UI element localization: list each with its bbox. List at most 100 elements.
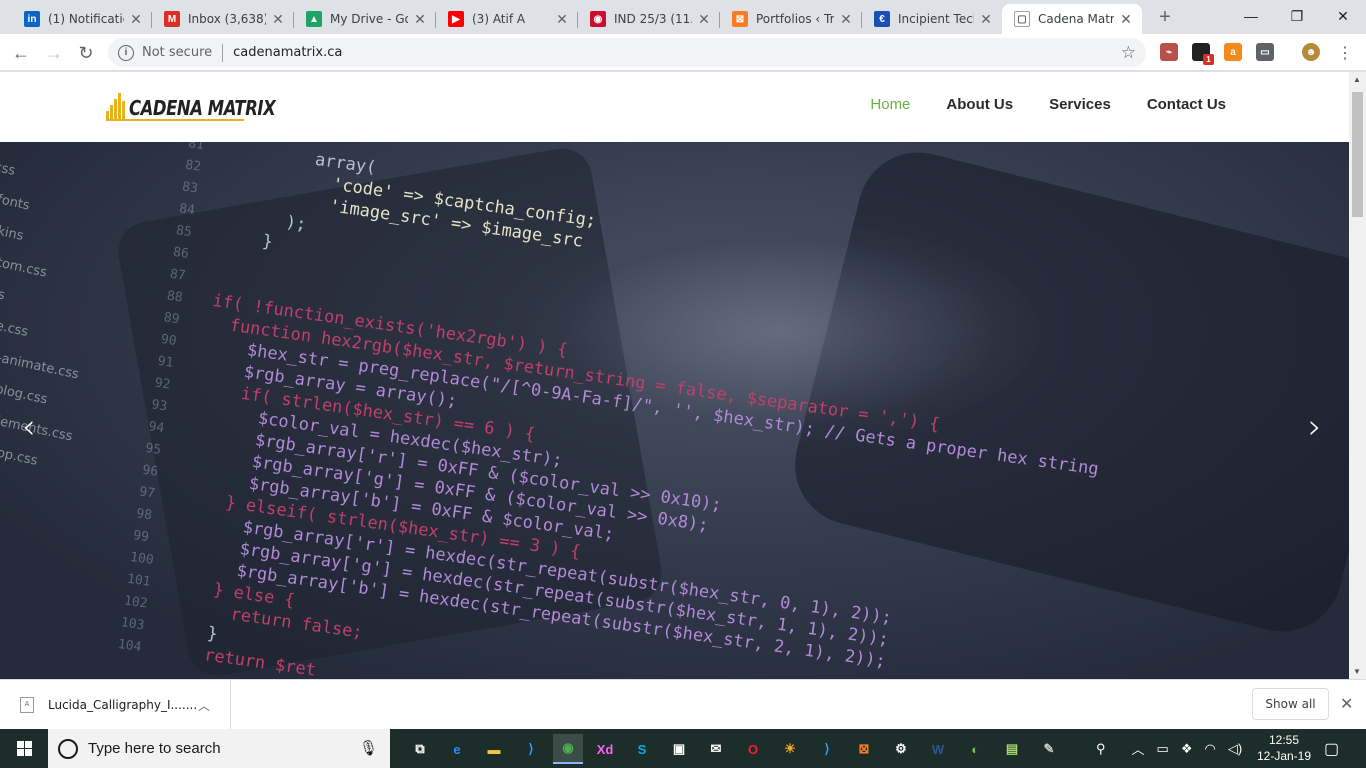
close-tab-icon[interactable]: ✕ bbox=[696, 11, 712, 27]
adobe-xd-icon[interactable]: Xd bbox=[590, 734, 620, 764]
wifi-icon[interactable]: ◠ bbox=[1205, 741, 1216, 757]
tab-title: Cadena Matrix bbox=[1038, 12, 1114, 26]
slider-next-arrow[interactable]: › bbox=[1308, 407, 1322, 447]
volume-icon[interactable]: ◁) bbox=[1228, 741, 1242, 757]
windows-taskbar: Type here to search 🎙 ⧉ e ▬ ⟩ ◉ Xd S ▣ ✉ O ☀ ⟩ ⊠ ⚙ W ◐ ▤… bbox=[0, 729, 1366, 768]
people-icon[interactable]: ⚲ bbox=[1096, 741, 1106, 757]
store-icon[interactable]: ▣ bbox=[664, 734, 694, 764]
tab-title: (1) Notification bbox=[48, 12, 124, 26]
font-file-icon: A bbox=[20, 697, 34, 713]
shopping-extension-icon[interactable]: a bbox=[1224, 43, 1242, 61]
close-tab-icon[interactable]: ✕ bbox=[1118, 11, 1134, 27]
tab-3[interactable]: ▲ My Drive - Goo ✕ bbox=[294, 4, 436, 34]
show-hidden-icons[interactable]: ︿ bbox=[1132, 739, 1145, 758]
close-tab-icon[interactable]: ✕ bbox=[128, 11, 144, 27]
page-scrollbar[interactable]: ▲ ▼ bbox=[1349, 72, 1366, 679]
mail-icon[interactable]: ✉ bbox=[701, 734, 731, 764]
settings-icon[interactable]: ⚙ bbox=[886, 734, 916, 764]
opera-icon[interactable]: O bbox=[738, 734, 768, 764]
extension-badge: 1 bbox=[1203, 54, 1214, 65]
tab-6[interactable]: ⊠ Portfolios ‹ Tru ✕ bbox=[720, 4, 862, 34]
android-studio-icon[interactable]: ◐ bbox=[960, 734, 990, 764]
xampp-icon[interactable]: ⊠ bbox=[849, 734, 879, 764]
security-label: Not secure bbox=[142, 45, 213, 60]
clock-date: 12-Jan-19 bbox=[1256, 749, 1312, 763]
media-extension-icon[interactable]: ▭ bbox=[1256, 43, 1274, 61]
menu-services[interactable]: Services bbox=[1049, 96, 1111, 113]
menu-about-us[interactable]: About Us bbox=[946, 96, 1013, 113]
show-all-button[interactable]: Show all bbox=[1252, 688, 1329, 720]
system-tray: ⚲ ︿ ▭ ❖ ◠ ◁) bbox=[1096, 729, 1242, 768]
tab-5[interactable]: ◉ IND 25/3 (11.0 ✕ bbox=[578, 4, 720, 34]
vscode-2-icon[interactable]: ⟩ bbox=[812, 734, 842, 764]
start-button[interactable] bbox=[0, 729, 48, 768]
menu-home[interactable]: Home bbox=[870, 96, 910, 113]
close-tab-icon[interactable]: ✕ bbox=[412, 11, 428, 27]
microphone-icon[interactable]: 🎙 bbox=[359, 739, 378, 757]
clock-time: 12:55 bbox=[1268, 733, 1300, 747]
linkedin-icon: in bbox=[24, 11, 40, 27]
battery-icon[interactable]: ▭ bbox=[1157, 741, 1169, 757]
page-viewport: CADENA MATRIX Home About Us Services Con… bbox=[0, 72, 1349, 679]
bookmark-star-icon[interactable]: ☆ bbox=[1121, 43, 1136, 63]
task-view-icon[interactable]: ⧉ bbox=[405, 734, 435, 764]
slider-prev-arrow[interactable]: ‹ bbox=[22, 407, 36, 447]
tab-1[interactable]: in (1) Notification ✕ bbox=[12, 4, 152, 34]
chevron-up-icon[interactable]: ︿ bbox=[198, 697, 210, 714]
logo-underline bbox=[106, 119, 244, 121]
close-tab-icon[interactable]: ✕ bbox=[270, 11, 286, 27]
tab-4[interactable]: ▶ (3) Atif A ✕ bbox=[436, 4, 578, 34]
close-tab-icon[interactable]: ✕ bbox=[838, 11, 854, 27]
pdf-extension-icon[interactable]: ⌁ bbox=[1160, 43, 1178, 61]
tab-title: Inbox (3,638) - bbox=[188, 12, 266, 26]
skype-icon[interactable]: S bbox=[627, 734, 657, 764]
close-tab-icon[interactable]: ✕ bbox=[978, 11, 994, 27]
notifications-icon[interactable]: ▢ bbox=[1324, 729, 1339, 768]
line-number: 104 bbox=[116, 637, 143, 656]
info-icon[interactable]: i bbox=[118, 44, 134, 61]
profile-avatar[interactable]: ☻ bbox=[1302, 43, 1320, 61]
paint-icon[interactable]: ✎ bbox=[1034, 734, 1064, 764]
close-shelf-icon[interactable]: ✕ bbox=[1340, 694, 1353, 714]
search-placeholder: Type here to search bbox=[88, 740, 221, 757]
close-window-button[interactable]: ✕ bbox=[1320, 0, 1366, 32]
notepad-icon[interactable]: ▤ bbox=[997, 734, 1027, 764]
word-icon[interactable]: W bbox=[923, 734, 953, 764]
site-logo[interactable]: CADENA MATRIX bbox=[106, 89, 307, 121]
file-explorer-icon[interactable]: ▬ bbox=[479, 734, 509, 764]
chrome-icon[interactable]: ◉ bbox=[553, 734, 583, 764]
divider bbox=[222, 43, 224, 62]
download-shelf: A Lucida_Calligraphy_I....... ︿ Show all… bbox=[0, 679, 1366, 730]
vscode-icon[interactable]: ⟩ bbox=[516, 734, 546, 764]
tab-title: Incipient Techn bbox=[898, 12, 974, 26]
close-tab-icon[interactable]: ✕ bbox=[554, 11, 570, 27]
url-text[interactable]: cadenamatrix.ca bbox=[233, 45, 342, 60]
maximize-button[interactable]: ❐ bbox=[1274, 0, 1320, 32]
tab-2[interactable]: M Inbox (3,638) - ✕ bbox=[152, 4, 294, 34]
logo-text: CADENA MATRIX bbox=[129, 96, 276, 120]
logo-bars-icon bbox=[106, 93, 126, 121]
tab-7[interactable]: € Incipient Techn ✕ bbox=[862, 4, 1002, 34]
youtube-icon: ▶ bbox=[448, 11, 464, 27]
scrollbar-thumb[interactable] bbox=[1352, 92, 1363, 217]
download-filename: Lucida_Calligraphy_I....... bbox=[48, 698, 198, 712]
extension-icon[interactable]: 1 bbox=[1192, 43, 1214, 65]
new-tab-button[interactable]: + bbox=[1155, 7, 1175, 27]
hero-slider: css› fonts› skinscustom.cssie.csstheme.c… bbox=[0, 142, 1349, 679]
outlook-icon[interactable]: ☀ bbox=[775, 734, 805, 764]
edge-icon[interactable]: e bbox=[442, 734, 472, 764]
scroll-down-icon[interactable]: ▼ bbox=[1353, 667, 1361, 676]
forward-button[interactable]: → bbox=[43, 42, 65, 64]
back-button[interactable]: ← bbox=[10, 42, 32, 64]
dropbox-icon[interactable]: ❖ bbox=[1181, 741, 1193, 757]
scroll-up-icon[interactable]: ▲ bbox=[1353, 75, 1361, 84]
menu-contact-us[interactable]: Contact Us bbox=[1147, 96, 1226, 113]
download-item[interactable]: A Lucida_Calligraphy_I....... ︿ bbox=[0, 680, 231, 730]
address-bar[interactable]: i Not secure cadenamatrix.ca ☆ bbox=[108, 38, 1146, 67]
taskbar-search[interactable]: Type here to search 🎙 bbox=[48, 729, 390, 768]
tab-8[interactable]: ▢ Cadena Matrix ✕ bbox=[1002, 4, 1142, 34]
taskbar-clock[interactable]: 12:55 12-Jan-19 bbox=[1256, 732, 1312, 764]
chrome-menu-icon[interactable]: ⋮ bbox=[1334, 42, 1356, 64]
reload-button[interactable]: ↻ bbox=[75, 42, 97, 64]
minimize-button[interactable]: — bbox=[1228, 0, 1274, 32]
